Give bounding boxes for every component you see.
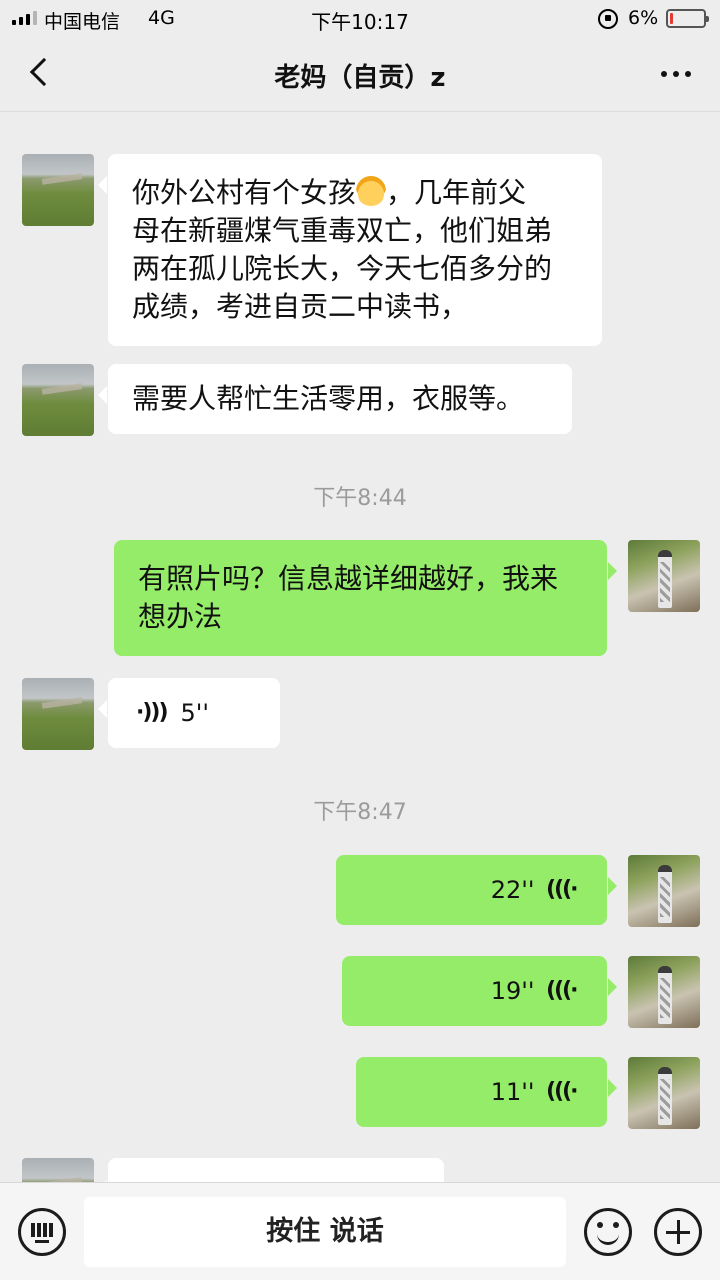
- message-text: 母在新疆煤气重毒双亡，他们姐弟: [132, 214, 553, 247]
- voice-message-bubble[interactable]: 11'' ·))): [356, 1057, 617, 1127]
- message-text: ，几年前父: [386, 176, 527, 209]
- message-bubble[interactable]: 需要人帮忙生活零用，衣服等。: [98, 364, 572, 434]
- message-bubble[interactable]: 有照片吗？信息越详细越好，我来 想办法: [114, 540, 617, 656]
- input-bar: 按住 说话: [0, 1182, 720, 1280]
- status-bar: 中国电信 4G 下午10:17 6%: [0, 0, 720, 38]
- battery-icon: [666, 9, 709, 28]
- emoji-icon[interactable]: [584, 1208, 632, 1256]
- my-avatar[interactable]: [628, 1057, 700, 1129]
- chat-header: 老妈（自贡）z: [0, 38, 720, 112]
- timestamp: 下午8:44: [313, 486, 407, 511]
- voice-wave-icon: ·))): [548, 877, 579, 902]
- message-bubble[interactable]: [98, 1158, 444, 1182]
- message-text: 你外公村有个女孩: [132, 176, 357, 209]
- voice-duration: 22'': [490, 876, 535, 904]
- contact-avatar[interactable]: [22, 364, 94, 436]
- voice-wave-icon: ·))): [136, 700, 169, 725]
- battery-percent: 6%: [628, 7, 659, 29]
- my-avatar[interactable]: [628, 956, 700, 1028]
- rotation-lock-icon: [598, 9, 618, 29]
- timestamp: 下午8:47: [313, 800, 407, 825]
- more-button[interactable]: [654, 62, 698, 86]
- message-text: 有照片吗？信息越详细越好，我来: [138, 562, 559, 595]
- hold-to-talk-button[interactable]: 按住 说话: [84, 1197, 566, 1267]
- battery-level: [670, 13, 673, 24]
- voice-duration: 11'': [490, 1078, 535, 1106]
- contact-avatar[interactable]: [22, 1158, 94, 1182]
- voice-message-bubble[interactable]: ·))) 5'': [98, 678, 280, 748]
- my-avatar[interactable]: [628, 540, 700, 612]
- contact-avatar[interactable]: [22, 154, 94, 226]
- voice-wave-icon: ·))): [548, 1079, 579, 1104]
- voice-duration: 19'': [490, 977, 535, 1005]
- girl-emoji-icon: [356, 176, 387, 206]
- voice-duration: 5'': [180, 699, 209, 727]
- message-text: 成绩，考进自贡二中读书，: [132, 290, 469, 323]
- my-avatar[interactable]: [628, 855, 700, 927]
- contact-avatar[interactable]: [22, 678, 94, 750]
- voice-message-bubble[interactable]: 22'' ·))): [336, 855, 617, 925]
- message-text: 需要人帮忙生活零用，衣服等。: [132, 382, 525, 415]
- message-list[interactable]: 你外公村有个女孩 ，几年前父 母在新疆煤气重毒双亡，他们姐弟 两在孤儿院长大，今天…: [0, 112, 720, 1182]
- message-bubble[interactable]: 你外公村有个女孩 ，几年前父 母在新疆煤气重毒双亡，他们姐弟 两在孤儿院长大，今天…: [98, 154, 602, 346]
- message-text: 想办法: [138, 600, 223, 633]
- chat-title: 老妈（自贡）z: [274, 63, 446, 93]
- voice-message-bubble[interactable]: 19'' ·))): [342, 956, 617, 1026]
- more-dots-icon: [661, 71, 667, 77]
- keyboard-icon[interactable]: [18, 1208, 66, 1256]
- message-text: 两在孤儿院长大，今天七佰多分的: [132, 252, 553, 285]
- voice-wave-icon: ·))): [548, 978, 579, 1003]
- plus-icon[interactable]: [654, 1208, 702, 1256]
